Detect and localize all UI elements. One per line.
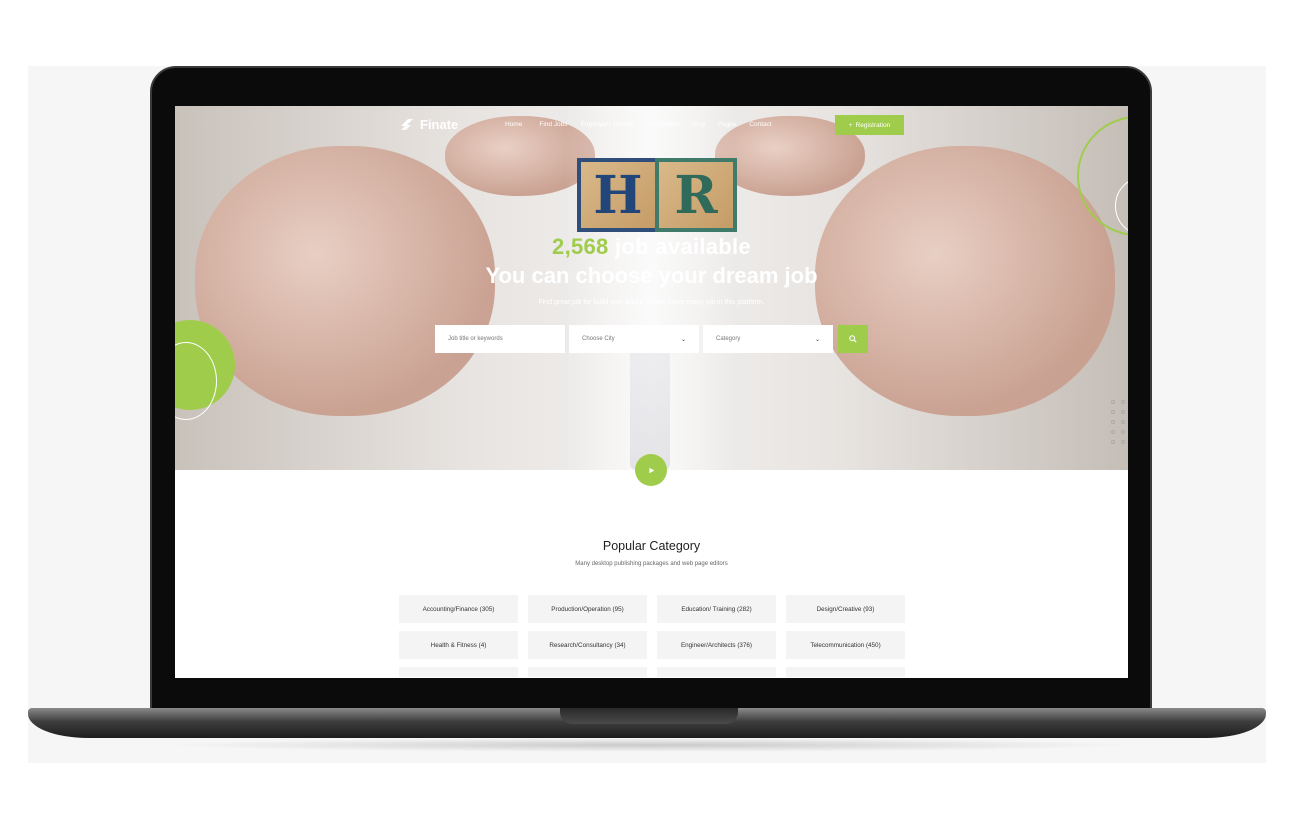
- nav-links: Home Find Jobs Employers Details Candida…: [505, 121, 785, 128]
- dot-pattern-decoration: [1111, 400, 1126, 444]
- category-item-partial: [528, 667, 647, 677]
- letter-block-r: R: [655, 158, 737, 232]
- job-count-headline: 2,568 job available: [175, 234, 1128, 260]
- popular-category-title: Popular Category: [602, 539, 701, 553]
- laptop-screen: H R Finate Home Find Jobs Employers Deta…: [175, 106, 1128, 678]
- nav-link-blog[interactable]: Blog: [692, 121, 705, 128]
- hero-title: You can choose your dream job: [485, 263, 818, 288]
- registration-button[interactable]: + Registration: [835, 115, 904, 135]
- nav-link-pages[interactable]: Pages: [718, 121, 736, 128]
- job-count: 2,568: [552, 234, 609, 259]
- leaf-logo-icon: [401, 119, 413, 130]
- category-item[interactable]: Design/Creative (93): [786, 595, 905, 623]
- category-grid: Accounting/Finance (305) Production/Oper…: [399, 595, 905, 677]
- top-navbar: Finate Home Find Jobs Employers Details …: [175, 106, 1128, 146]
- job-count-suffix: job available: [608, 234, 751, 259]
- letter-block-h: H: [577, 158, 659, 232]
- laptop-notch: [560, 708, 738, 724]
- hero-section: H R Finate Home Find Jobs Employers Deta…: [175, 106, 1128, 470]
- play-icon: [648, 467, 654, 473]
- category-item-partial: [657, 667, 776, 677]
- category-item[interactable]: Production/Operation (95): [528, 595, 647, 623]
- nav-link-contact[interactable]: Contact: [749, 121, 771, 128]
- keyword-input[interactable]: Job title or keywords: [435, 325, 565, 353]
- category-item[interactable]: Research/Consultancy (34): [528, 631, 647, 659]
- nav-link-find-jobs[interactable]: Find Jobs: [539, 121, 567, 128]
- city-select-value: Choose City: [582, 336, 615, 342]
- registration-label: Registration: [855, 121, 891, 129]
- category-select-value: Category: [716, 336, 741, 342]
- city-select[interactable]: Choose City ⌄: [569, 325, 699, 353]
- search-icon: [849, 335, 857, 343]
- search-button[interactable]: [838, 325, 868, 353]
- chevron-down-icon: ⌄: [814, 336, 820, 343]
- nav-link-home[interactable]: Home: [505, 121, 522, 128]
- category-item-partial: [399, 667, 518, 677]
- laptop-shadow: [160, 738, 1140, 752]
- video-play-button[interactable]: [635, 454, 667, 486]
- category-item[interactable]: Education/ Training (282): [657, 595, 776, 623]
- category-item[interactable]: Engineer/Architects (376): [657, 631, 776, 659]
- chevron-down-icon: ⌄: [680, 336, 686, 343]
- keyword-placeholder: Job title or keywords: [448, 336, 503, 342]
- site-logo[interactable]: Finate: [399, 116, 458, 132]
- category-item-partial: [786, 667, 905, 677]
- category-item[interactable]: Telecommunication (450): [786, 631, 905, 659]
- nav-link-employers-details[interactable]: Employers Details: [581, 121, 633, 128]
- hero-subtitle: Find great job for build your bright car…: [538, 299, 765, 306]
- category-item[interactable]: Health & Fitness (4): [399, 631, 518, 659]
- nav-link-candidates[interactable]: Candidates: [646, 121, 679, 128]
- category-select[interactable]: Category ⌄: [703, 325, 833, 353]
- job-search-bar: Job title or keywords Choose City ⌄ Cate…: [435, 325, 868, 353]
- popular-category-subtitle: Many desktop publishing packages and web…: [575, 561, 728, 567]
- logo-text: Finate: [420, 116, 459, 132]
- plus-icon: +: [848, 121, 853, 129]
- category-item[interactable]: Accounting/Finance (305): [399, 595, 518, 623]
